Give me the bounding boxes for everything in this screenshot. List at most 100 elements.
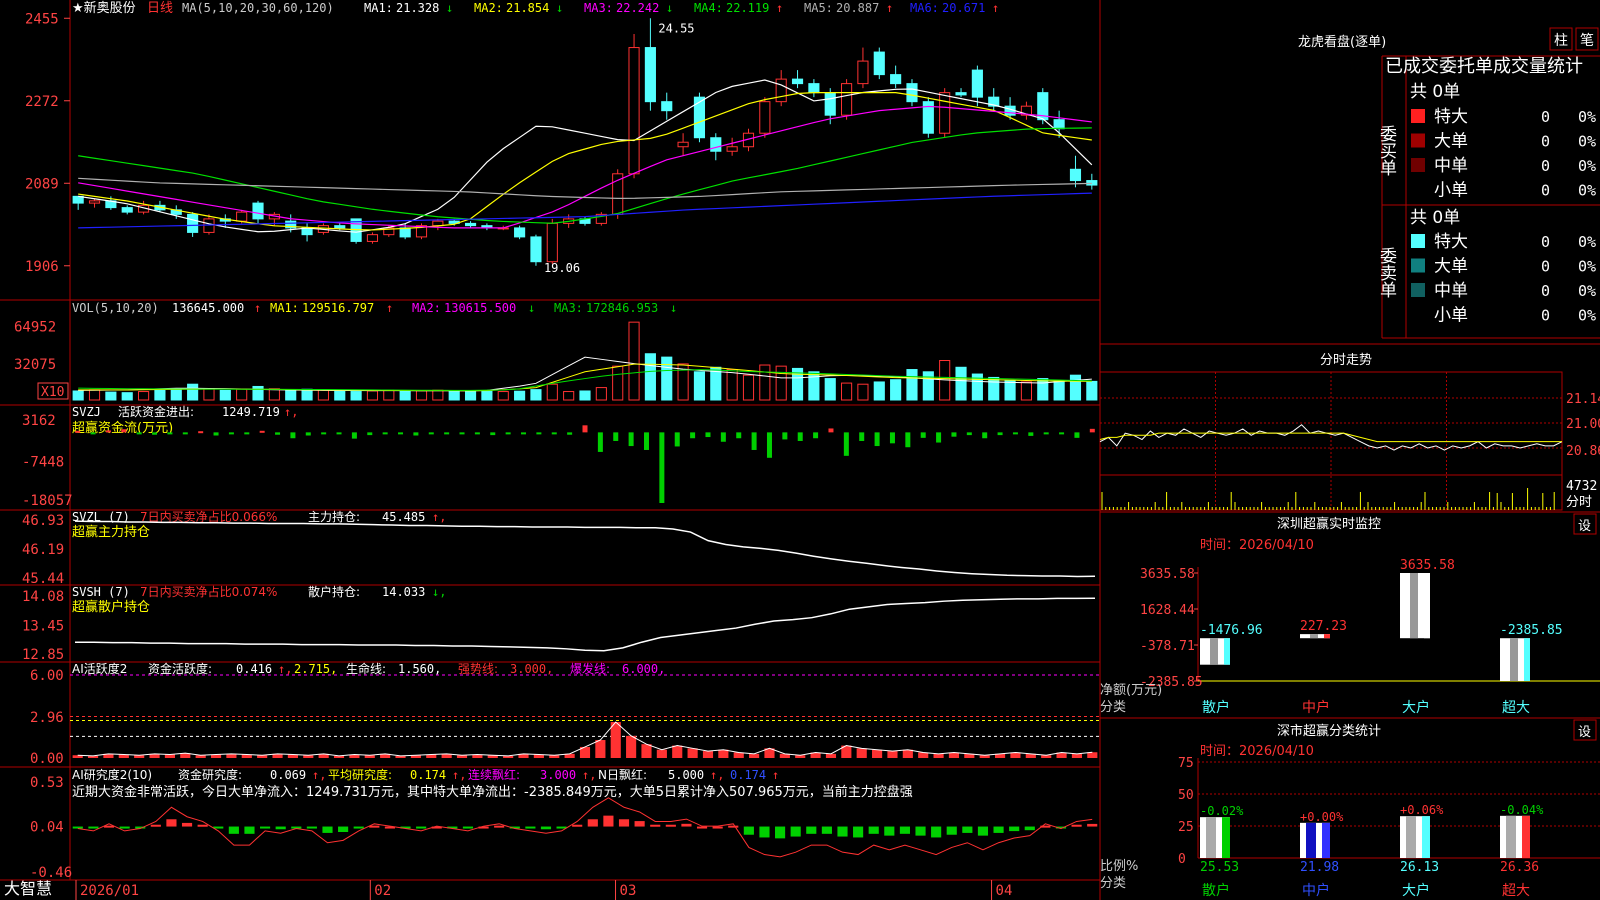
svzj-bar	[690, 432, 696, 439]
volume-bar	[464, 390, 477, 401]
volume-bar	[350, 391, 362, 401]
period-label[interactable]: 日线	[147, 1, 173, 16]
candle-body	[334, 225, 346, 229]
candle[interactable]	[187, 212, 199, 237]
svzl-chart[interactable]: 46.93 46.19 45.44	[22, 513, 1096, 587]
candle[interactable]	[791, 70, 804, 89]
candle[interactable]	[841, 79, 853, 120]
candle[interactable]	[1086, 173, 1098, 190]
volume-bar	[105, 391, 117, 401]
ai-active-bar	[948, 752, 960, 758]
lhb-title: 龙虎看盘(逐单)	[1298, 34, 1386, 50]
candle[interactable]	[301, 223, 313, 242]
ai-research-bar	[806, 826, 817, 834]
volume-bar	[481, 390, 493, 401]
volume-chart[interactable]: 64952 32075 X10	[14, 320, 1098, 401]
column-mode-button[interactable]: 柱	[1549, 27, 1573, 51]
svzj-chart[interactable]: 3162 -7448 -18057	[22, 413, 1095, 509]
candle[interactable]	[595, 212, 607, 226]
candle[interactable]	[955, 88, 967, 98]
candle[interactable]	[775, 70, 787, 107]
ai-research-bar	[72, 826, 83, 829]
candle[interactable]	[612, 169, 624, 219]
ma-value-arrow: ↓	[556, 1, 563, 15]
svzj-bar	[551, 432, 557, 435]
candle[interactable]	[481, 223, 493, 231]
candle[interactable]	[759, 97, 771, 138]
candle-body	[710, 137, 722, 152]
sell-row-pct: 0%	[1578, 258, 1596, 276]
sz-class-ylabel: 比例%	[1100, 859, 1138, 874]
volume-bar	[563, 391, 575, 401]
candle[interactable]	[1020, 101, 1032, 120]
candle[interactable]	[514, 225, 526, 240]
ai-active-bar	[702, 751, 714, 758]
ai-research-bar	[931, 826, 942, 838]
candlestick-chart[interactable]	[72, 18, 1098, 266]
candle[interactable]	[873, 47, 885, 80]
volume-bar	[693, 371, 706, 401]
ai-active-chart[interactable]: 6.00 2.96 0.00	[30, 668, 1100, 767]
sell-row-count: 0	[1541, 258, 1550, 276]
volume-bar	[922, 371, 934, 401]
candle[interactable]	[906, 79, 918, 107]
candle[interactable]	[857, 47, 869, 89]
candle[interactable]	[661, 92, 673, 120]
volume-bar	[955, 366, 967, 401]
sz-monitor-bar-shade	[1410, 573, 1418, 639]
svzj-bar	[505, 432, 511, 435]
candle-body	[644, 47, 656, 103]
svzj-bar	[920, 432, 926, 438]
intraday-chart[interactable]: 21.14 21.00 20.86 4732分时	[1099, 371, 1600, 511]
candle[interactable]	[677, 133, 689, 156]
volume-bar	[366, 390, 379, 401]
sz-class-settings-button[interactable]: 设	[1573, 719, 1597, 741]
ai-research-bar	[899, 826, 910, 834]
candle[interactable]	[890, 65, 902, 89]
low-price-marker: 19.06	[544, 261, 580, 275]
candle[interactable]	[366, 232, 379, 244]
terminal-screen: ★新奥股份 日线 MA(5,10,20,30,60,120) MA1: 21.32…	[0, 0, 1600, 900]
svsh-label2: 散户持仓:	[308, 584, 360, 599]
sz-class-value: 25.53	[1200, 860, 1239, 875]
candle[interactable]	[72, 195, 84, 210]
svzj-bar	[567, 432, 573, 435]
tick-mode-button[interactable]: 笔	[1575, 27, 1599, 51]
sell-row-pct: 0%	[1578, 233, 1596, 251]
sell-row-label: 特大	[1434, 232, 1468, 252]
svzj-bar	[720, 432, 726, 442]
candle[interactable]	[644, 18, 656, 111]
volume-bar	[1053, 380, 1065, 401]
candle[interactable]	[1053, 110, 1065, 138]
svzj-bar	[105, 430, 111, 433]
ai-research-label: 资金研究度:	[178, 767, 242, 782]
svzj-label: 活跃资金进出:	[118, 404, 194, 419]
candle[interactable]	[530, 234, 542, 266]
ai-research-bar	[962, 826, 973, 833]
candle[interactable]	[988, 88, 1000, 111]
candle[interactable]	[1069, 155, 1082, 188]
ai-active-value3: 1.560,	[398, 662, 441, 676]
sz-monitor-settings-button[interactable]: 设	[1573, 513, 1597, 535]
candle[interactable]	[415, 223, 428, 240]
candle[interactable]	[726, 137, 738, 156]
svzl-tick-label: 46.19	[22, 542, 64, 558]
sz-class-bar-shade	[1506, 815, 1516, 858]
candle-body	[939, 92, 951, 134]
svzj-name: SVZJ	[72, 405, 101, 419]
candle[interactable]	[88, 198, 101, 208]
candle[interactable]	[546, 218, 558, 264]
candle[interactable]	[121, 205, 133, 215]
candle[interactable]	[464, 221, 477, 228]
sell-row-pct: 0%	[1578, 307, 1596, 325]
intraday-vol-label: 4732	[1566, 479, 1597, 494]
candle[interactable]	[808, 79, 820, 98]
candle[interactable]	[971, 65, 983, 107]
ai-research-value: 0.069	[270, 768, 306, 782]
svzj-bar	[321, 432, 327, 435]
candle[interactable]	[628, 34, 640, 179]
svzl-tick-label: 45.44	[22, 571, 64, 587]
svsh-chart[interactable]: 14.08 13.45 12.85	[22, 589, 1096, 663]
sz-class-bar-edge	[1222, 817, 1230, 858]
candle[interactable]	[922, 97, 934, 138]
